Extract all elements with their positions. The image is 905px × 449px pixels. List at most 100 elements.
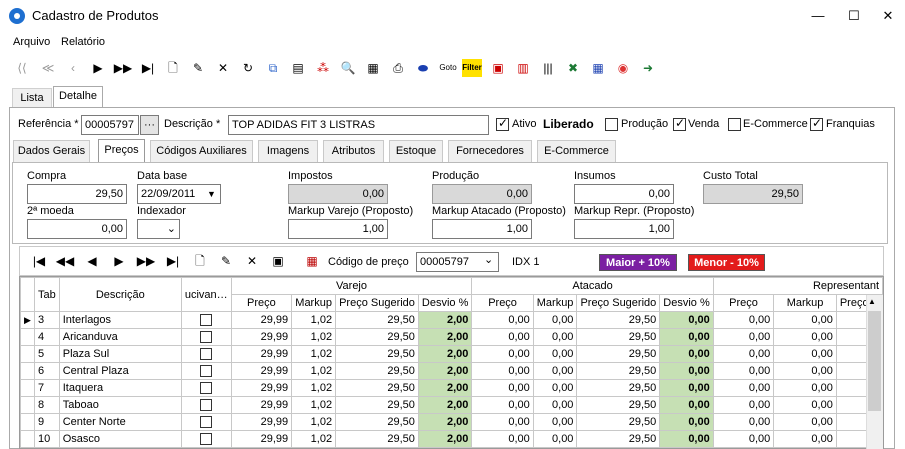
refresh-icon[interactable]: ↻	[238, 59, 258, 77]
cell-varejo-sugerido[interactable]: 29,50	[335, 413, 419, 431]
cell-atacado-markup[interactable]: 0,00	[532, 413, 578, 431]
cell-atacado-preco[interactable]: 0,00	[471, 396, 534, 414]
cell-repr-preco[interactable]: 0,00	[712, 430, 775, 448]
grid-prev-page-icon[interactable]: ◀◀	[55, 252, 75, 270]
col-atacado-markup[interactable]: Markup	[532, 294, 578, 312]
grid-prev-icon[interactable]: ◀	[82, 252, 102, 270]
cell-varejo-sugerido[interactable]: 29,50	[335, 379, 419, 397]
row-checkbox[interactable]	[200, 416, 213, 429]
cell-atacado-sugerido[interactable]: 29,50	[576, 345, 661, 363]
cell-atacado-markup[interactable]: 0,00	[532, 430, 578, 448]
tab-detalhe[interactable]: Detalhe	[53, 86, 103, 108]
close-button[interactable]: ✕	[871, 0, 905, 32]
table-row[interactable]: 7 Itaquera 29,99 1,02 29,50 2,00 0,00 0,00 29,50…	[20, 379, 883, 397]
grid-delete-icon[interactable]: ✕	[242, 252, 262, 270]
cell-descricao[interactable]: Plaza Sul	[58, 345, 182, 363]
referencia-input[interactable]: 00005797	[81, 115, 139, 135]
cell-varejo-preco[interactable]: 29,99	[230, 311, 293, 329]
col-tab[interactable]: Tab	[33, 277, 60, 312]
new-icon[interactable]: 🗋	[163, 59, 183, 77]
cell-atacado-preco[interactable]: 0,00	[471, 413, 534, 431]
col-atacado-preco[interactable]: Preço	[471, 294, 534, 312]
cell-varejo-desvio[interactable]: 2,00	[417, 413, 473, 431]
cell-tab[interactable]: 9	[33, 413, 60, 431]
cell-varejo-desvio[interactable]: 2,00	[417, 311, 473, 329]
cell-tab[interactable]: 7	[33, 379, 60, 397]
cell-repr-preco[interactable]: 0,00	[712, 362, 775, 380]
ativo-checkbox[interactable]	[496, 116, 509, 131]
next-record-icon[interactable]: ▶	[88, 59, 108, 77]
cell-atacado-preco[interactable]: 0,00	[471, 379, 534, 397]
row-checkbox[interactable]	[200, 382, 213, 395]
cell-atacado-preco[interactable]: 0,00	[471, 345, 534, 363]
cell-atacado-desvio[interactable]: 0,00	[659, 311, 714, 329]
markup-varejo-input[interactable]: 1,00	[288, 219, 388, 239]
cell-atacado-desvio[interactable]: 0,00	[659, 379, 714, 397]
cell-varejo-desvio[interactable]: 2,00	[417, 396, 473, 414]
print-icon[interactable]: ⎙	[388, 59, 408, 77]
cell-varejo-markup[interactable]: 1,02	[291, 396, 337, 414]
col-varejo-sugerido[interactable]: Preço Sugerido	[335, 294, 419, 312]
maximize-button[interactable]: ☐	[837, 0, 871, 32]
excel-icon[interactable]: ✖	[563, 59, 583, 77]
grid-icon[interactable]: ▦	[588, 59, 608, 77]
cell-checkbox[interactable]	[180, 328, 232, 346]
prev-page-icon[interactable]: ≪	[38, 59, 58, 77]
scroll-up-icon[interactable]: ▲	[868, 297, 876, 306]
cell-varejo-sugerido[interactable]: 29,50	[335, 311, 419, 329]
next-page-icon[interactable]: ▶▶	[113, 59, 133, 77]
cell-repr-preco[interactable]: 0,00	[712, 396, 775, 414]
date-dropdown-icon[interactable]: ▼	[204, 186, 219, 202]
cell-atacado-markup[interactable]: 0,00	[532, 311, 578, 329]
cell-repr-preco[interactable]: 0,00	[712, 413, 775, 431]
scroll-thumb[interactable]	[868, 311, 881, 411]
cell-varejo-sugerido[interactable]: 29,50	[335, 362, 419, 380]
cell-varejo-sugerido[interactable]: 29,50	[335, 396, 419, 414]
cell-tab[interactable]: 10	[33, 430, 60, 448]
cell-varejo-desvio[interactable]: 2,00	[417, 328, 473, 346]
tab-codigos-auxiliares[interactable]: Códigos Auxiliares	[150, 140, 253, 162]
cell-atacado-sugerido[interactable]: 29,50	[576, 362, 661, 380]
cell-atacado-sugerido[interactable]: 29,50	[576, 311, 661, 329]
cell-repr-markup[interactable]: 0,00	[773, 396, 837, 414]
cell-checkbox[interactable]	[180, 362, 232, 380]
cell-atacado-markup[interactable]: 0,00	[532, 345, 578, 363]
cell-varejo-markup[interactable]: 1,02	[291, 379, 337, 397]
cell-atacado-preco[interactable]: 0,00	[471, 430, 534, 448]
calendar-icon[interactable]: ▦	[302, 252, 322, 270]
descricao-input[interactable]: TOP ADIDAS FIT 3 LISTRAS	[228, 115, 489, 135]
cell-descricao[interactable]: Taboao	[58, 396, 182, 414]
last-record-icon[interactable]: ▶|	[138, 59, 158, 77]
venda-checkbox[interactable]	[673, 116, 686, 131]
col-varejo-preco[interactable]: Preço	[230, 294, 293, 312]
cell-repr-markup[interactable]: 0,00	[773, 362, 837, 380]
minimize-button[interactable]: —	[801, 0, 835, 32]
cell-checkbox[interactable]	[180, 379, 232, 397]
cell-repr-preco[interactable]: 0,00	[712, 311, 775, 329]
cell-atacado-markup[interactable]: 0,00	[532, 396, 578, 414]
first-record-icon[interactable]: ⟨⟨	[12, 59, 32, 77]
cell-repr-markup[interactable]: 0,00	[773, 379, 837, 397]
cell-checkbox[interactable]	[180, 413, 232, 431]
grid-save-icon[interactable]: ▣	[268, 252, 288, 270]
cell-repr-preco[interactable]: 0,00	[712, 328, 775, 346]
cell-repr-markup[interactable]: 0,00	[773, 328, 837, 346]
tab-fornecedores[interactable]: Fornecedores	[448, 140, 532, 162]
cell-repr-markup[interactable]: 0,00	[773, 430, 837, 448]
col-repr-preco[interactable]: Preço	[712, 294, 775, 312]
cell-varejo-markup[interactable]: 1,02	[291, 430, 337, 448]
chart-icon[interactable]: ◉	[613, 59, 633, 77]
tab-imagens[interactable]: Imagens	[258, 140, 318, 162]
grid-next-page-icon[interactable]: ▶▶	[136, 252, 156, 270]
tab-dados-gerais[interactable]: Dados Gerais	[13, 140, 90, 162]
cell-descricao[interactable]: Itaquera	[58, 379, 182, 397]
col-descricao[interactable]: Descrição	[58, 277, 182, 312]
cell-varejo-markup[interactable]: 1,02	[291, 413, 337, 431]
cell-atacado-markup[interactable]: 0,00	[532, 328, 578, 346]
cell-atacado-markup[interactable]: 0,00	[532, 362, 578, 380]
row-checkbox[interactable]	[200, 365, 213, 378]
menu-relatorio[interactable]: Relatório	[61, 36, 105, 48]
cell-varejo-preco[interactable]: 29,99	[230, 430, 293, 448]
cell-tab[interactable]: 3	[33, 311, 60, 329]
codigo-chevron-icon[interactable]: ⌄	[484, 253, 493, 266]
